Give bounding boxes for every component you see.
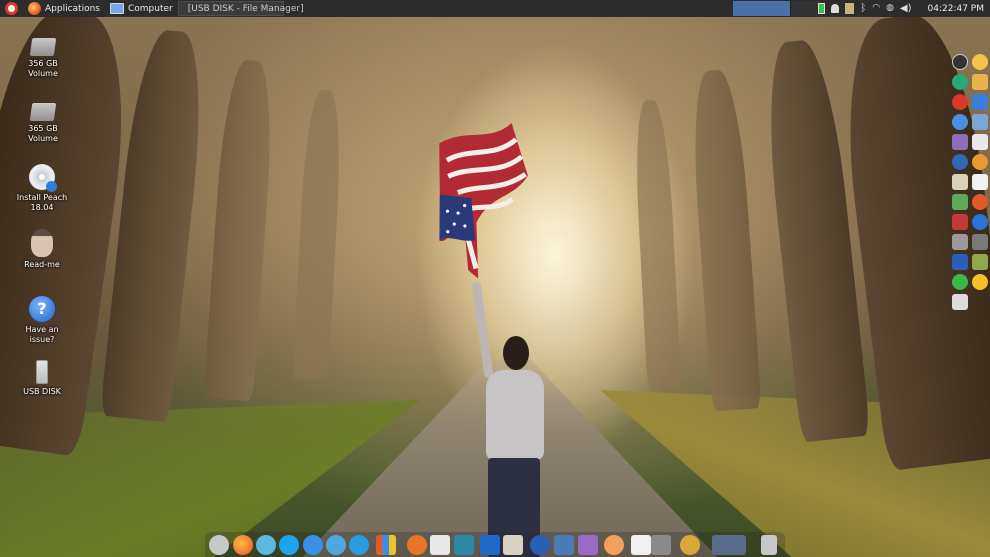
notes-app-icon[interactable]: [972, 134, 988, 150]
bluetooth-app-icon[interactable]: [972, 214, 988, 230]
cd-installer-icon: [29, 164, 57, 192]
system-monitor-icon[interactable]: [712, 535, 746, 555]
mixer-icon[interactable]: [651, 535, 671, 555]
smiley-app-icon[interactable]: [972, 274, 988, 290]
tool-app-icon[interactable]: [952, 214, 968, 230]
desktop-wallpaper: [0, 0, 990, 557]
firefox-icon[interactable]: [233, 535, 253, 555]
wallpaper-girl-arm: [471, 281, 494, 379]
package-icon[interactable]: [503, 535, 523, 555]
mail-icon[interactable]: [256, 535, 276, 555]
peach-app-icon[interactable]: [604, 535, 624, 555]
applications-label: Applications: [45, 3, 100, 14]
firefox-side-icon[interactable]: [972, 194, 988, 210]
photo-app-icon[interactable]: [972, 114, 988, 130]
display-app-icon[interactable]: [952, 254, 968, 270]
desktop-icon-label: Read-me: [24, 260, 60, 269]
desktop-icon-install-peach[interactable]: Install Peach 18.04: [12, 164, 72, 213]
image-editor-icon[interactable]: [554, 535, 574, 555]
desktop-icon-have-an-issue[interactable]: ? Have an issue?: [12, 296, 72, 345]
taskbar-window-button[interactable]: [USB DISK - File Manager]: [177, 1, 304, 16]
globe-app-icon[interactable]: [952, 154, 968, 170]
wallpaper-flag: [439, 123, 528, 279]
search-app-icon[interactable]: [972, 154, 988, 170]
launcher-icon[interactable]: [209, 535, 229, 555]
desktop-icon-label: Have an issue?: [25, 325, 59, 344]
lock-screen-icon[interactable]: [952, 294, 968, 310]
water-drop-icon[interactable]: [326, 535, 346, 555]
skype-icon[interactable]: [279, 535, 299, 555]
computer-icon: [109, 3, 124, 14]
applications-menu-button[interactable]: Applications: [23, 0, 105, 17]
desktop-icon-365gb-volume[interactable]: 365 GB Volume: [13, 103, 73, 144]
bluetooth-icon[interactable]: ᛒ: [860, 3, 866, 14]
network-globe-icon[interactable]: [530, 535, 550, 555]
chrome-app-icon[interactable]: [952, 114, 968, 130]
refresh-app-icon[interactable]: [952, 274, 968, 290]
computer-menu-button[interactable]: Computer: [105, 0, 178, 17]
bottom-dock: [205, 532, 785, 557]
right-dock: [950, 50, 990, 310]
drive-icon: [29, 103, 57, 121]
telegram-icon[interactable]: [349, 535, 369, 555]
applications-icon: [28, 2, 41, 15]
compass-app-icon[interactable]: [952, 74, 968, 90]
taskbar-window-label: [USB DISK - File Manager]: [187, 3, 304, 14]
update-icon[interactable]: [407, 535, 427, 555]
desktop-icon-read-me[interactable]: Read-me: [12, 229, 72, 270]
desktop-icon-usb-disk[interactable]: USB DISK: [12, 360, 72, 397]
reader-app-icon[interactable]: [952, 174, 968, 190]
peach-menu-button[interactable]: [0, 0, 23, 17]
battery-icon[interactable]: [818, 3, 826, 14]
remote-app-icon[interactable]: [952, 234, 968, 250]
chat-icon[interactable]: [303, 535, 323, 555]
desktop-icon-356gb-volume[interactable]: 356 GB Volume: [13, 38, 73, 79]
volume-icon[interactable]: ◀): [900, 3, 912, 14]
network-signal-icon[interactable]: ◍: [886, 3, 894, 14]
library-icon[interactable]: [376, 535, 396, 555]
book-app-icon[interactable]: [972, 174, 988, 190]
outlook-icon[interactable]: [480, 535, 500, 555]
screenshot-icon[interactable]: [430, 535, 450, 555]
package-app-icon[interactable]: [972, 254, 988, 270]
arrow-app-icon[interactable]: [972, 234, 988, 250]
wallpaper-tree: [203, 58, 277, 402]
wallpaper-tree: [688, 68, 762, 412]
workspace-switcher-active[interactable]: [733, 1, 791, 16]
wallpaper-tree: [292, 89, 344, 381]
music-player-icon[interactable]: [631, 535, 651, 555]
image-viewer-icon[interactable]: [972, 74, 988, 90]
trash-icon[interactable]: [761, 535, 777, 555]
face-icon: [31, 229, 53, 257]
top-panel: Applications Computer [USB DISK - File M…: [0, 0, 990, 17]
cheese-app-icon[interactable]: [972, 54, 988, 70]
wallpaper-girl-head: [503, 336, 529, 370]
desktop-icon-label: USB DISK: [23, 387, 61, 396]
usb-drive-icon: [36, 360, 48, 384]
folder-blue-icon[interactable]: [972, 94, 988, 110]
peach-logo-icon: [5, 2, 18, 15]
wallpaper-tree: [632, 99, 682, 391]
clock[interactable]: 04:22:47 PM: [928, 4, 984, 14]
wifi-icon[interactable]: ◠: [872, 3, 880, 14]
wallpaper-girl-body: [486, 370, 544, 460]
desktop-icon-label: 365 GB Volume: [28, 124, 58, 143]
landscape-app-icon[interactable]: [952, 194, 968, 210]
arrow-app-icon[interactable]: [454, 535, 474, 555]
desktop-icon-label: 356 GB Volume: [28, 59, 58, 78]
notification-bell-icon[interactable]: [831, 4, 840, 13]
help-icon: ?: [29, 296, 55, 322]
clock-app-icon[interactable]: [952, 54, 968, 70]
fan-app-icon[interactable]: [952, 94, 968, 110]
drive-icon: [29, 38, 57, 56]
video-icon[interactable]: [578, 535, 598, 555]
bitcoin-icon[interactable]: [680, 535, 700, 555]
computer-label: Computer: [127, 3, 173, 14]
screenshot-app-icon[interactable]: [952, 134, 968, 150]
desktop-icon-label: Install Peach 18.04: [16, 193, 68, 212]
clipboard-icon[interactable]: [845, 3, 855, 14]
system-tray: ᛒ ◠ ◍ ◀) 04:22:47 PM: [818, 0, 990, 17]
